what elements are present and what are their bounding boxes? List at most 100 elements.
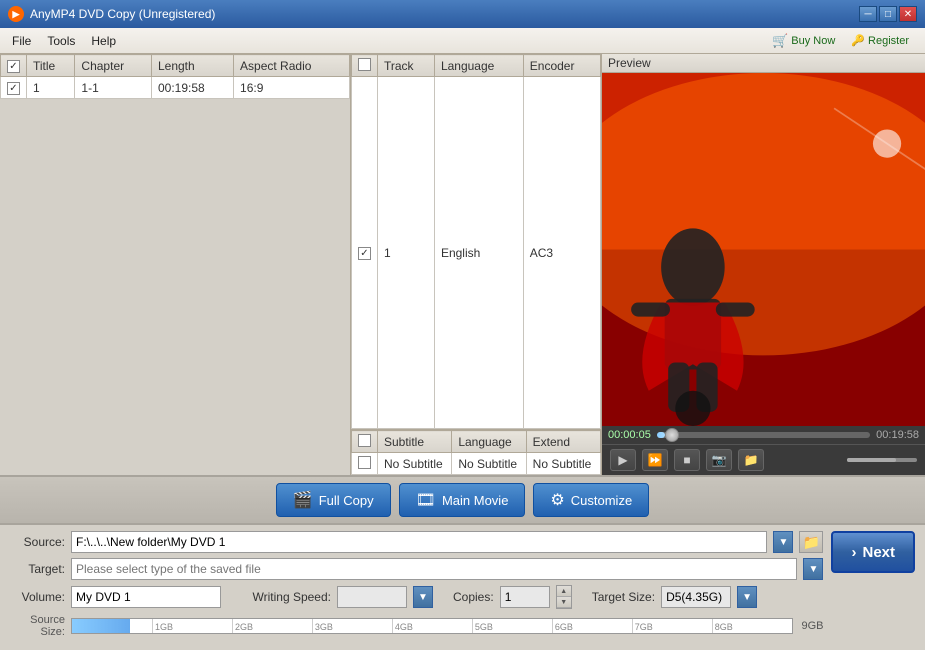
tick-1gb-label: 1GB [155, 622, 173, 632]
target-size-dropdown[interactable]: ▼ [737, 586, 757, 608]
app-icon: ▶ [8, 6, 24, 22]
track-table-pane: Track Language Encoder 1 English AC3 [350, 54, 601, 475]
fast-forward-button[interactable]: ⏩ [642, 449, 668, 471]
tick-1gb: 1GB [152, 619, 173, 633]
time-start: 00:00:05 [608, 429, 651, 441]
cell-length: 00:19:58 [151, 77, 233, 99]
seekbar[interactable] [657, 432, 870, 438]
track-cell-language: English [434, 77, 523, 429]
writing-speed-input[interactable] [337, 586, 407, 608]
next-button[interactable]: › Next [831, 531, 915, 573]
target-size-label: Target Size: [592, 590, 655, 604]
customize-label: Customize [571, 493, 632, 508]
tick-8gb-label: 8GB [715, 622, 733, 632]
tick-7gb: 7GB [632, 619, 653, 633]
track-select-all[interactable] [358, 58, 371, 71]
table-area: Title Chapter Length Aspect Radio 1 1-1 … [0, 54, 601, 475]
volume-input[interactable] [71, 586, 221, 608]
folder-button[interactable]: 📁 [738, 449, 764, 471]
sub-cell-extend: No Subtitle [526, 453, 600, 475]
tick-2gb: 2GB [232, 619, 253, 633]
track-cell-encoder: AC3 [523, 77, 600, 429]
table-row[interactable]: 1 1-1 00:19:58 16:9 [1, 77, 350, 99]
preview-label: Preview [602, 54, 925, 73]
track-col-encoder: Encoder [523, 55, 600, 77]
source-input[interactable] [71, 531, 767, 553]
tick-2gb-label: 2GB [235, 622, 253, 632]
menu-help[interactable]: Help [83, 32, 124, 50]
subtitle-area: Subtitle Language Extend No Subtitle No … [351, 429, 601, 475]
volume-label: Volume: [10, 590, 65, 604]
bottom-right-area: Source: ▼ 📁 Target: ▼ Volume: Writing Sp… [10, 531, 915, 638]
maximize-button[interactable]: □ [879, 6, 897, 22]
target-row: Target: ▼ [10, 558, 823, 580]
track-row[interactable]: 1 English AC3 [352, 77, 601, 429]
size-bar-row: Source Size: 1GB 2GB 3GB 4GB 5GB 6GB 7GB… [10, 614, 823, 638]
copies-label: Copies: [453, 590, 494, 604]
source-row: Source: ▼ 📁 [10, 531, 823, 553]
stop-button[interactable]: ■ [674, 449, 700, 471]
sub-cell-language: No Subtitle [452, 453, 526, 475]
source-label: Source: [10, 535, 65, 549]
tick-8gb: 8GB [712, 619, 733, 633]
copies-down-button[interactable]: ▼ [557, 597, 571, 608]
menu-items: File Tools Help [4, 32, 124, 50]
time-end: 00:19:58 [876, 429, 919, 441]
source-size-label: Source Size: [10, 614, 65, 638]
col-header-title: Title [27, 55, 75, 77]
seekbar-area: 00:00:05 00:19:58 [602, 426, 925, 444]
volume-slider[interactable] [847, 458, 917, 462]
track-col-language: Language [434, 55, 523, 77]
minimize-button[interactable]: ─ [859, 6, 877, 22]
copies-up-button[interactable]: ▲ [557, 586, 571, 597]
main-table: Title Chapter Length Aspect Radio 1 1-1 … [0, 54, 350, 99]
full-copy-label: Full Copy [319, 493, 374, 508]
full-copy-button[interactable]: 🎬 Full Copy [276, 483, 391, 517]
source-dropdown-button[interactable]: ▼ [773, 531, 793, 553]
right-panel: Preview [602, 54, 925, 475]
track-table: Track Language Encoder 1 English AC3 [351, 54, 601, 429]
volume-fill [847, 458, 896, 462]
tick-5gb: 5GB [472, 619, 493, 633]
sub-col-extend: Extend [526, 431, 600, 453]
track-cell-number: 1 [378, 77, 435, 429]
select-all-checkbox[interactable] [7, 60, 20, 73]
screenshot-button[interactable]: 📷 [706, 449, 732, 471]
menu-tools[interactable]: Tools [39, 32, 83, 50]
sub-col-subtitle: Subtitle [378, 431, 452, 453]
cart-icon: 🛒 [772, 33, 788, 49]
customize-button[interactable]: ⚙ Customize [533, 483, 649, 517]
track-col-track: Track [378, 55, 435, 77]
row-checkbox[interactable] [7, 82, 20, 95]
sub-row-checkbox[interactable] [358, 456, 371, 469]
main-area: Title Chapter Length Aspect Radio 1 1-1 … [0, 54, 925, 475]
target-input[interactable] [71, 558, 797, 580]
copies-input[interactable] [500, 586, 550, 608]
seekbar-thumb[interactable] [665, 428, 679, 442]
cell-aspect: 16:9 [234, 77, 350, 99]
buy-now-button[interactable]: 🛒 Buy Now [768, 32, 839, 50]
main-table-pane: Title Chapter Length Aspect Radio 1 1-1 … [0, 54, 350, 475]
form-fields: Source: ▼ 📁 Target: ▼ Volume: Writing Sp… [10, 531, 823, 638]
track-row-checkbox[interactable] [358, 247, 371, 260]
play-button[interactable]: ▶ [610, 449, 636, 471]
main-movie-label: Main Movie [442, 493, 508, 508]
action-buttons-row: 🎬 Full Copy 🎞 Main Movie ⚙ Customize [0, 475, 925, 525]
source-folder-button[interactable]: 📁 [799, 531, 823, 553]
sub-col-check [352, 431, 378, 453]
subtitle-row[interactable]: No Subtitle No Subtitle No Subtitle [352, 453, 601, 475]
menu-file[interactable]: File [4, 32, 39, 50]
close-button[interactable]: ✕ [899, 6, 917, 22]
writing-speed-dropdown[interactable]: ▼ [413, 586, 433, 608]
titlebar: ▶ AnyMP4 DVD Copy (Unregistered) ─ □ ✕ [0, 0, 925, 28]
buy-now-label: Buy Now [791, 35, 835, 47]
target-dropdown-button[interactable]: ▼ [803, 558, 823, 580]
sub-select-all[interactable] [358, 434, 371, 447]
main-movie-button[interactable]: 🎞 Main Movie [399, 483, 526, 517]
target-size-input[interactable] [661, 586, 731, 608]
register-button[interactable]: 🔑 Register [847, 33, 913, 48]
menubar: File Tools Help 🛒 Buy Now 🔑 Register [0, 28, 925, 54]
video-frame [602, 73, 925, 426]
customize-icon: ⚙ [550, 490, 564, 510]
tick-6gb: 6GB [552, 619, 573, 633]
